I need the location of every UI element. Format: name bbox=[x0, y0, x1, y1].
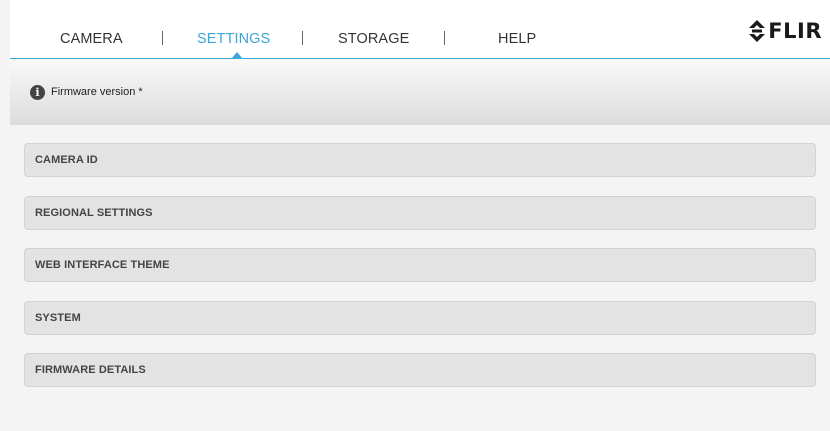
info-icon: i bbox=[30, 85, 45, 100]
top-navigation-bar: CAMERA SETTINGS STORAGE HELP FLIR bbox=[10, 0, 830, 59]
section-web-interface-theme[interactable]: WEB INTERFACE THEME bbox=[24, 248, 816, 282]
flir-diamond-logo-icon bbox=[749, 20, 766, 42]
section-camera-id[interactable]: CAMERA ID bbox=[24, 143, 816, 177]
section-label: FIRMWARE DETAILS bbox=[35, 364, 146, 376]
firmware-version-text: Firmware version * bbox=[51, 86, 143, 98]
section-system[interactable]: SYSTEM bbox=[24, 300, 816, 335]
section-label: REGIONAL SETTINGS bbox=[35, 206, 153, 219]
section-label: CAMERA ID bbox=[35, 154, 98, 166]
section-firmware-details[interactable]: FIRMWARE DETAILS bbox=[24, 353, 816, 387]
active-tab-indicator bbox=[232, 52, 242, 58]
tab-storage[interactable]: STORAGE bbox=[338, 31, 409, 47]
nav-separator bbox=[302, 31, 303, 45]
section-regional-settings[interactable]: REGIONAL SETTINGS bbox=[24, 195, 816, 230]
tab-settings[interactable]: SETTINGS bbox=[197, 31, 270, 47]
firmware-info-bar: i Firmware version * bbox=[10, 59, 830, 125]
nav-separator bbox=[444, 31, 445, 45]
tab-camera[interactable]: CAMERA bbox=[60, 31, 123, 47]
logo-text: FLIR bbox=[768, 19, 822, 43]
section-label: WEB INTERFACE THEME bbox=[35, 259, 170, 271]
settings-sections: CAMERA ID REGIONAL SETTINGS WEB INTERFAC… bbox=[24, 143, 816, 406]
tab-help[interactable]: HELP bbox=[498, 31, 536, 47]
section-label: SYSTEM bbox=[35, 311, 81, 324]
nav-separator bbox=[162, 31, 163, 45]
flir-logo: FLIR bbox=[749, 18, 822, 44]
